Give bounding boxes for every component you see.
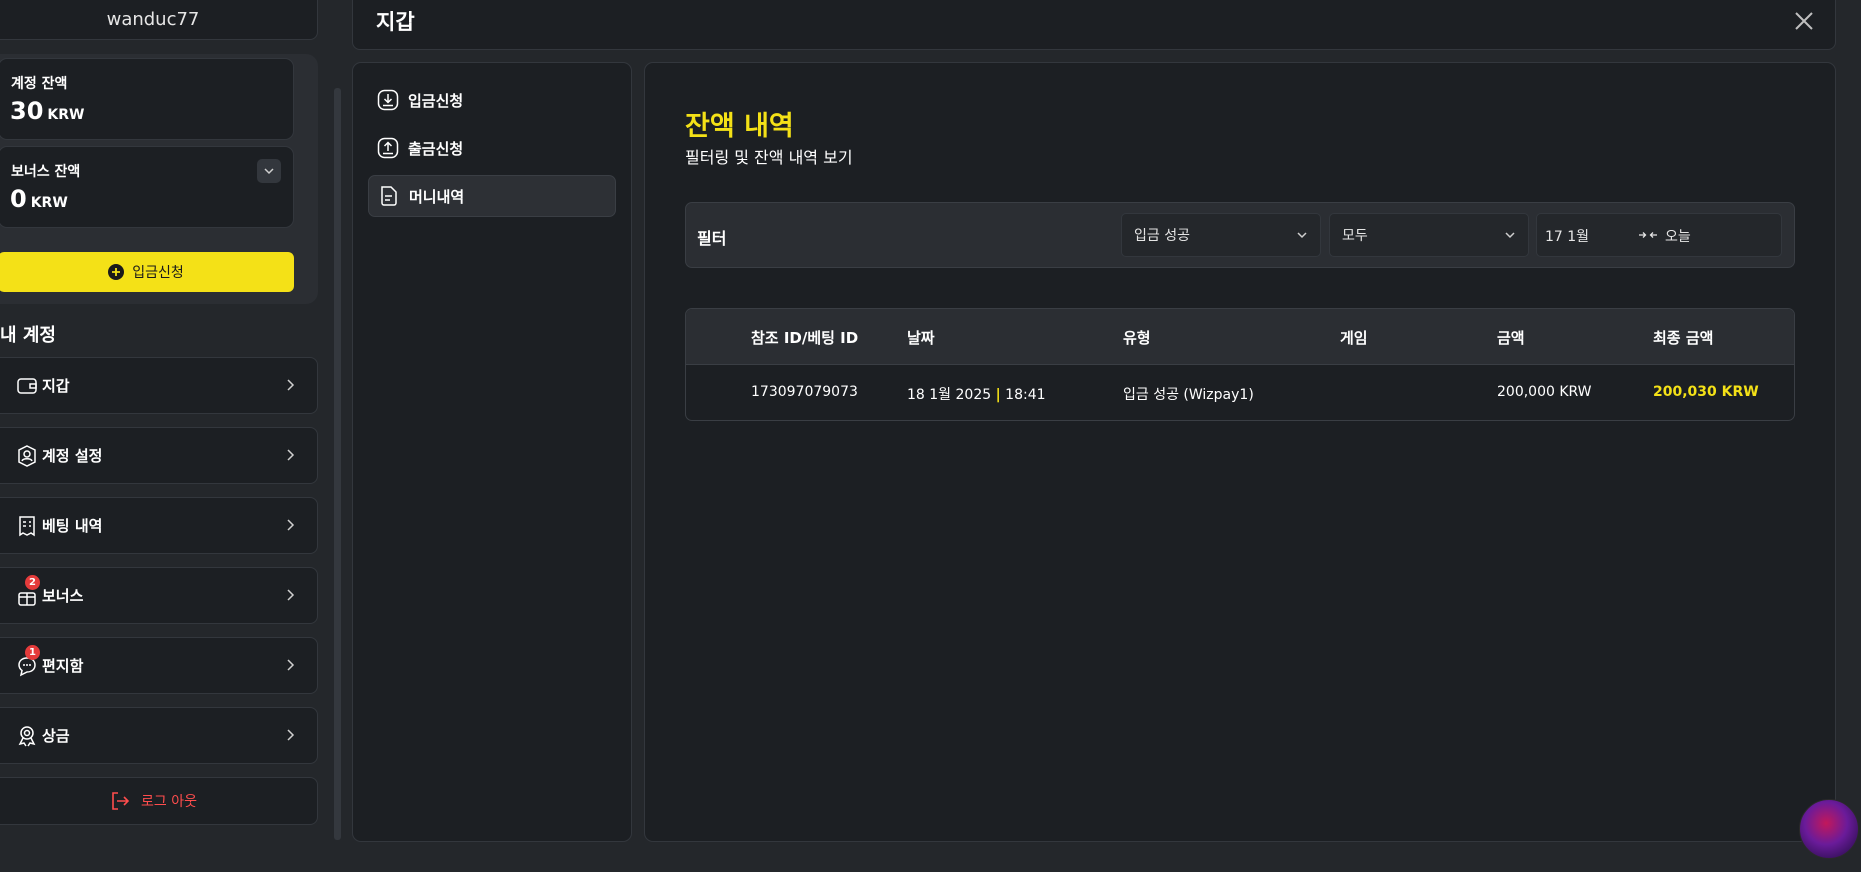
balance-panel: 계정 잔액 30 KRW 보너스 잔액 0 KRW 입금신청 <box>0 54 318 304</box>
logout-button[interactable]: 로그 아웃 <box>0 777 318 825</box>
chevron-down-icon <box>264 168 274 175</box>
logout-label: 로그 아웃 <box>141 794 197 810</box>
menu-item-label: 지갑 <box>42 377 70 395</box>
cell-date-time: 18:41 <box>1005 387 1046 403</box>
message-icon: 1 <box>15 644 40 678</box>
menu-item-wallet[interactable]: 지갑 <box>0 357 318 414</box>
menu-item-bet-history[interactable]: 베팅 내역 <box>0 497 318 554</box>
menu-item-label: 편지함 <box>42 657 84 675</box>
date-range-picker[interactable]: 17 1월 오늘 <box>1536 213 1782 257</box>
menu-item-inbox[interactable]: 1 편지함 <box>0 637 318 694</box>
subnav-label: 머니내역 <box>409 187 465 206</box>
username: wanduc77 <box>106 9 200 30</box>
chevron-right-icon <box>287 449 295 461</box>
chevron-right-icon <box>287 659 295 671</box>
document-icon <box>381 186 397 206</box>
cell-date: 18 1월 2025 | 18:41 <box>907 384 1046 404</box>
cell-final-amount: 200,030 KRW <box>1653 384 1759 400</box>
inbox-badge: 1 <box>25 644 40 660</box>
deposit-button[interactable]: 입금신청 <box>0 252 294 292</box>
deposit-button-label: 입금신청 <box>132 265 184 281</box>
sidebar-scrollbar[interactable] <box>334 88 341 840</box>
column-header-date: 날짜 <box>907 329 935 347</box>
bonus-balance-currency: KRW <box>30 195 68 211</box>
modal-title: 지갑 <box>376 10 415 34</box>
award-icon <box>15 724 39 748</box>
balance-history-table: 참조 ID/베팅 ID 날짜 유형 게임 금액 최종 금액 1730970790… <box>685 308 1795 421</box>
column-header-ref-id: 참조 ID/베팅 ID <box>751 329 859 347</box>
cell-date-day: 18 1월 2025 <box>907 387 992 403</box>
cell-type: 입금 성공 (Wizpay1) <box>1123 387 1254 403</box>
gift-icon: 2 <box>15 574 40 608</box>
subnav-money-history[interactable]: 머니내역 <box>368 175 616 217</box>
menu-item-account-settings[interactable]: 계정 설정 <box>0 427 318 484</box>
download-icon <box>377 89 399 111</box>
cell-amount: 200,000 KRW <box>1497 384 1592 400</box>
bonus-badge: 2 <box>25 574 40 590</box>
support-chat-avatar[interactable] <box>1799 799 1859 859</box>
bonus-balance-amount: 0 KRW <box>10 185 68 213</box>
chevron-right-icon <box>287 729 295 741</box>
chevron-right-icon <box>287 589 295 601</box>
column-header-final-amount: 최종 금액 <box>1653 329 1714 347</box>
wallet-icon <box>15 374 39 398</box>
user-settings-icon <box>15 444 39 468</box>
close-button[interactable] <box>1792 9 1816 33</box>
menu-item-label: 상금 <box>42 727 70 745</box>
chevron-down-icon <box>1505 232 1515 239</box>
account-balance-amount: 30 KRW <box>10 97 84 125</box>
account-balance-label: 계정 잔액 <box>11 76 68 92</box>
column-header-game: 게임 <box>1340 329 1368 347</box>
balance-history-subtitle: 필터링 및 잔액 내역 보기 <box>685 148 853 167</box>
type-select-value: 입금 성공 <box>1134 228 1190 244</box>
menu-item-label: 계정 설정 <box>42 447 103 465</box>
date-separator: | <box>995 387 1001 403</box>
subnav-deposit[interactable]: 입금신청 <box>368 79 616 121</box>
menu-item-label: 보너스 <box>42 587 84 605</box>
swap-arrows-icon <box>1639 232 1657 238</box>
chevron-right-icon <box>287 519 295 531</box>
bonus-balance-card: 보너스 잔액 0 KRW <box>0 146 294 228</box>
modal-header <box>352 0 1836 50</box>
subnav-withdraw[interactable]: 출금신청 <box>368 127 616 169</box>
balance-history-panel <box>644 62 1836 842</box>
plus-circle-icon <box>108 264 125 280</box>
bonus-balance-label: 보너스 잔액 <box>11 164 81 180</box>
logout-icon <box>112 792 130 810</box>
receipt-icon <box>15 514 39 538</box>
date-to: 오늘 <box>1665 229 1691 245</box>
account-balance-value: 30 <box>10 97 44 125</box>
status-select[interactable]: 모두 <box>1329 213 1529 257</box>
filter-label: 필터 <box>697 229 727 248</box>
column-header-type: 유형 <box>1123 329 1151 347</box>
menu-item-label: 베팅 내역 <box>42 517 103 535</box>
upload-icon <box>377 137 399 159</box>
close-icon <box>1795 12 1813 30</box>
date-from: 17 1월 <box>1545 229 1590 245</box>
chevron-down-icon <box>1297 232 1307 239</box>
bonus-balance-value: 0 <box>10 185 27 213</box>
menu-item-prizes[interactable]: 상금 <box>0 707 318 764</box>
subnav-label: 출금신청 <box>408 139 464 158</box>
username-card: wanduc77 <box>0 0 318 40</box>
account-balance-currency: KRW <box>47 107 85 123</box>
column-header-amount: 금액 <box>1497 329 1525 347</box>
status-select-value: 모두 <box>1342 228 1368 244</box>
type-select[interactable]: 입금 성공 <box>1121 213 1321 257</box>
cell-ref-id: 173097079073 <box>751 384 858 400</box>
chevron-right-icon <box>287 379 295 391</box>
account-balance-card: 계정 잔액 30 KRW <box>0 58 294 140</box>
menu-item-bonus[interactable]: 2 보너스 <box>0 567 318 624</box>
my-account-title: 내 계정 <box>0 325 56 346</box>
table-header: 참조 ID/베팅 ID 날짜 유형 게임 금액 최종 금액 <box>686 309 1794 365</box>
subnav-label: 입금신청 <box>408 91 464 110</box>
bonus-expand-button[interactable] <box>257 159 281 183</box>
balance-history-title: 잔액 내역 <box>685 111 794 142</box>
